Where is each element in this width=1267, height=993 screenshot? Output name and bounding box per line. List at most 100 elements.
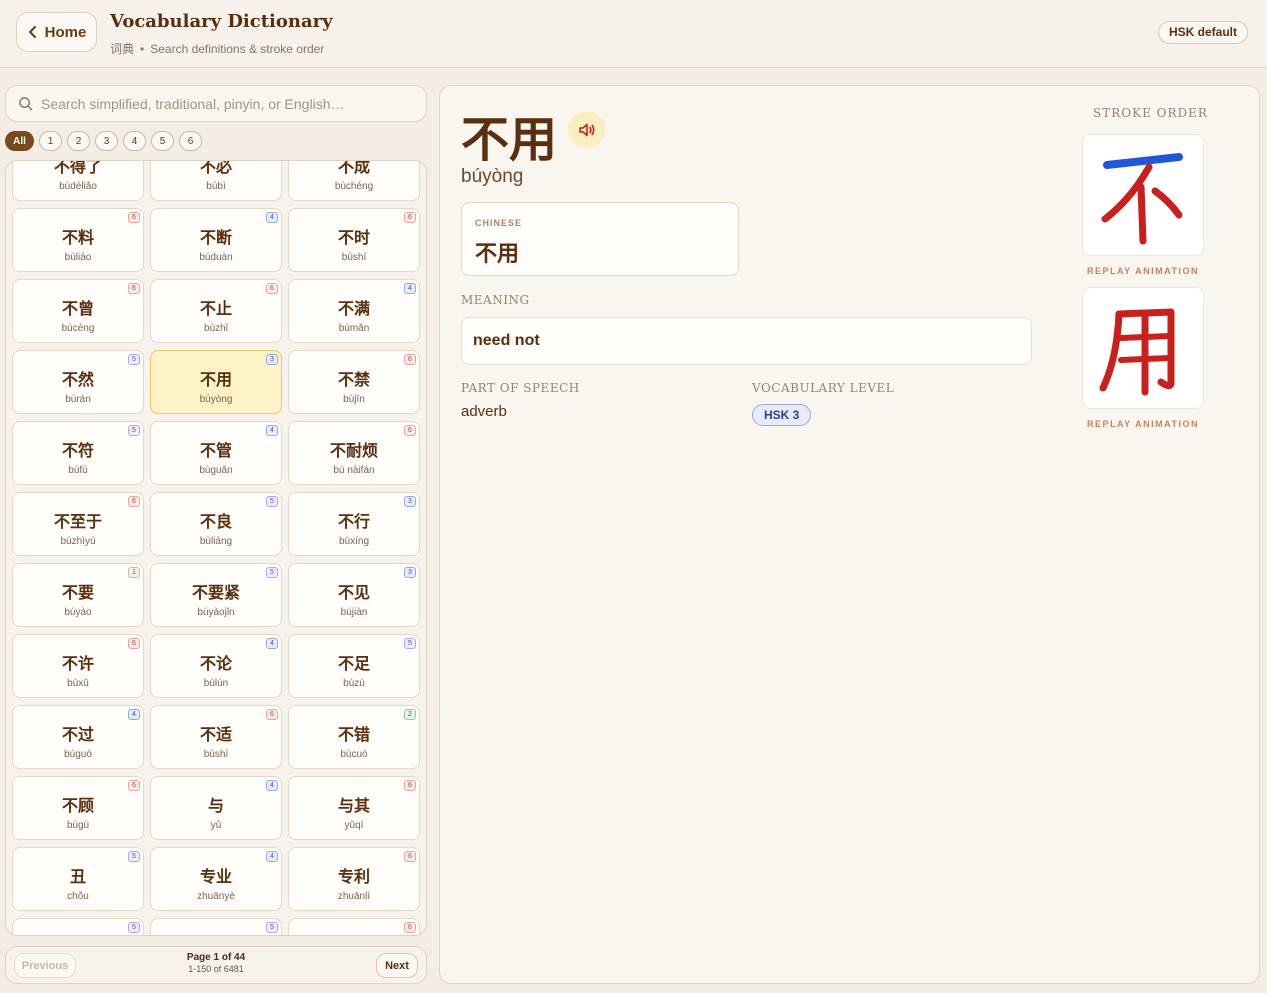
word-card[interactable]: 1 不要 búyào [12, 563, 144, 627]
word-card[interactable]: 6 [288, 918, 420, 935]
part-of-speech-value: adverb [461, 403, 507, 420]
word-card[interactable]: 4 不满 bùmǎn [288, 279, 420, 343]
word-card-hanzi: 不符 [61, 442, 94, 460]
word-card[interactable]: 6 不至于 búzhìyú [12, 492, 144, 556]
home-button[interactable]: Home [16, 12, 97, 52]
word-card-hanzi: 不得了 [53, 160, 102, 176]
subtitle-chinese: 词典 [110, 42, 135, 56]
word-card[interactable]: 4 不论 búlùn [150, 634, 282, 698]
hsk-level-badge: 6 [128, 283, 140, 294]
hsk-level-badge: 5 [128, 425, 140, 436]
word-card[interactable]: 3 不行 bùxíng [288, 492, 420, 556]
word-card-pinyin: bùjīn [343, 393, 365, 405]
word-card[interactable]: 4 不过 búguò [12, 705, 144, 769]
replay-animation-button-2[interactable]: REPLAY ANIMATION [1081, 419, 1205, 429]
word-card-pinyin: bùdéliǎo [59, 180, 97, 192]
filter-level-2[interactable]: 2 [67, 131, 90, 151]
hsk-level-badge: 6 [404, 780, 416, 791]
page-info: Page 1 of 44 1-150 of 6481 [6, 952, 426, 974]
word-card-pinyin: búguò [64, 748, 92, 760]
hsk-level-badge: 4 [128, 709, 140, 720]
word-card-hanzi: 不满 [337, 300, 370, 318]
speaker-icon [578, 123, 594, 136]
word-card[interactable]: 6 不料 búliào [12, 208, 144, 272]
word-card[interactable]: 5 不足 bùzú [288, 634, 420, 698]
word-card[interactable]: 5 不良 bùliáng [150, 492, 282, 556]
filter-level-6[interactable]: 6 [179, 131, 202, 151]
word-card-hanzi: 不足 [337, 655, 370, 673]
word-card-hanzi: 丑 [69, 868, 86, 886]
stroke-order-char-1 [1082, 134, 1204, 256]
hsk-level-badge: 4 [266, 780, 278, 791]
word-card-hanzi: 不行 [337, 513, 370, 531]
word-card[interactable]: 3 不用 búyòng [150, 350, 282, 414]
search-input[interactable] [41, 95, 411, 112]
word-card-pinyin: búbì [206, 180, 226, 192]
word-card[interactable]: 5 [12, 918, 144, 935]
word-list-panel[interactable]: 不得了 bùdéliǎo 不必 búbì 不成 bùchéng 6 不料 búliào 4 不断 bú… [5, 160, 427, 936]
word-card[interactable]: 4 与 yǔ [150, 776, 282, 840]
chinese-box: CHINESE 不用 [461, 202, 739, 276]
word-card-pinyin: bùmǎn [338, 322, 370, 334]
word-card-hanzi: 与其 [337, 797, 370, 815]
filter-level-4[interactable]: 4 [123, 131, 146, 151]
word-card[interactable]: 6 不时 bùshí [288, 208, 420, 272]
filter-level-1[interactable]: 1 [39, 131, 62, 151]
meaning-label: MEANING [461, 293, 530, 307]
word-card-hanzi: 不见 [337, 584, 370, 602]
word-card-pinyin: bùchéng [334, 180, 374, 192]
word-card[interactable]: 6 不禁 bùjīn [288, 350, 420, 414]
word-card-pinyin: bùzú [343, 677, 365, 689]
hsk-level-badge: 5 [128, 354, 140, 365]
filter-all[interactable]: All [5, 131, 34, 151]
word-card[interactable]: 4 不管 bùguǎn [150, 421, 282, 485]
word-card[interactable]: 6 不顾 búgù [12, 776, 144, 840]
word-card-pinyin: bùshí [341, 251, 367, 263]
hsk-level-badge: 3 [266, 354, 278, 365]
next-page-button[interactable]: Next [376, 953, 418, 978]
hsk-default-button[interactable]: HSK default [1157, 21, 1248, 44]
word-card[interactable]: 5 [150, 918, 282, 935]
hsk-level-badge: 6 [266, 283, 278, 294]
hsk-level-badge: 5 [266, 922, 278, 933]
hsk-level-badge: 5 [404, 638, 416, 649]
word-card[interactable]: 6 不许 bùxǔ [12, 634, 144, 698]
replay-animation-button-1[interactable]: REPLAY ANIMATION [1081, 266, 1205, 276]
word-card[interactable]: 不成 bùchéng [288, 161, 420, 201]
word-card[interactable]: 不得了 bùdéliǎo [12, 160, 144, 201]
word-card-pinyin: yǔ [210, 819, 222, 831]
result-range: 1-150 of 6481 [188, 964, 244, 974]
filter-level-5[interactable]: 5 [151, 131, 174, 151]
search-icon [19, 97, 33, 111]
word-card[interactable]: 6 不耐烦 bú nàifán [288, 421, 420, 485]
word-card[interactable]: 5 丑 chǒu [12, 847, 144, 911]
word-card-pinyin: búliào [64, 251, 92, 263]
filter-level-3[interactable]: 3 [95, 131, 118, 151]
word-card-hanzi: 不过 [61, 726, 94, 744]
word-card[interactable]: 5 不符 bùfú [12, 421, 144, 485]
hsk-level-badge: 6 [404, 212, 416, 223]
word-card-pinyin: búyòng [199, 393, 233, 405]
word-card[interactable]: 不必 búbì [150, 161, 282, 201]
word-card[interactable]: 6 专利 zhuānlì [288, 847, 420, 911]
word-card-hanzi: 不错 [337, 726, 370, 744]
word-card[interactable]: 4 不断 búduàn [150, 208, 282, 272]
word-card-hanzi: 不顾 [61, 797, 94, 815]
word-card-pinyin: bùzhǐ [204, 322, 228, 334]
word-card[interactable]: 3 不见 bújiàn [288, 563, 420, 627]
word-card[interactable]: 6 不适 búshì [150, 705, 282, 769]
word-card-hanzi: 与 [207, 797, 224, 815]
word-card[interactable]: 2 不错 búcuò [288, 705, 420, 769]
word-card[interactable]: 5 不要紧 búyàojǐn [150, 563, 282, 627]
play-audio-button[interactable] [568, 111, 605, 148]
word-card-hanzi: 不良 [199, 513, 232, 531]
word-card[interactable]: 6 不止 bùzhǐ [150, 279, 282, 343]
word-card[interactable]: 6 不曾 bùcéng [12, 279, 144, 343]
chevron-left-icon [28, 26, 36, 38]
hsk-level-badge: 6 [128, 780, 140, 791]
word-card[interactable]: 4 专业 zhuānyè [150, 847, 282, 911]
word-card[interactable]: 6 与其 yǔqí [288, 776, 420, 840]
hsk-level-badge: 6 [404, 922, 416, 933]
word-card[interactable]: 5 不然 bùrán [12, 350, 144, 414]
word-card-pinyin: bùrán [65, 393, 91, 405]
